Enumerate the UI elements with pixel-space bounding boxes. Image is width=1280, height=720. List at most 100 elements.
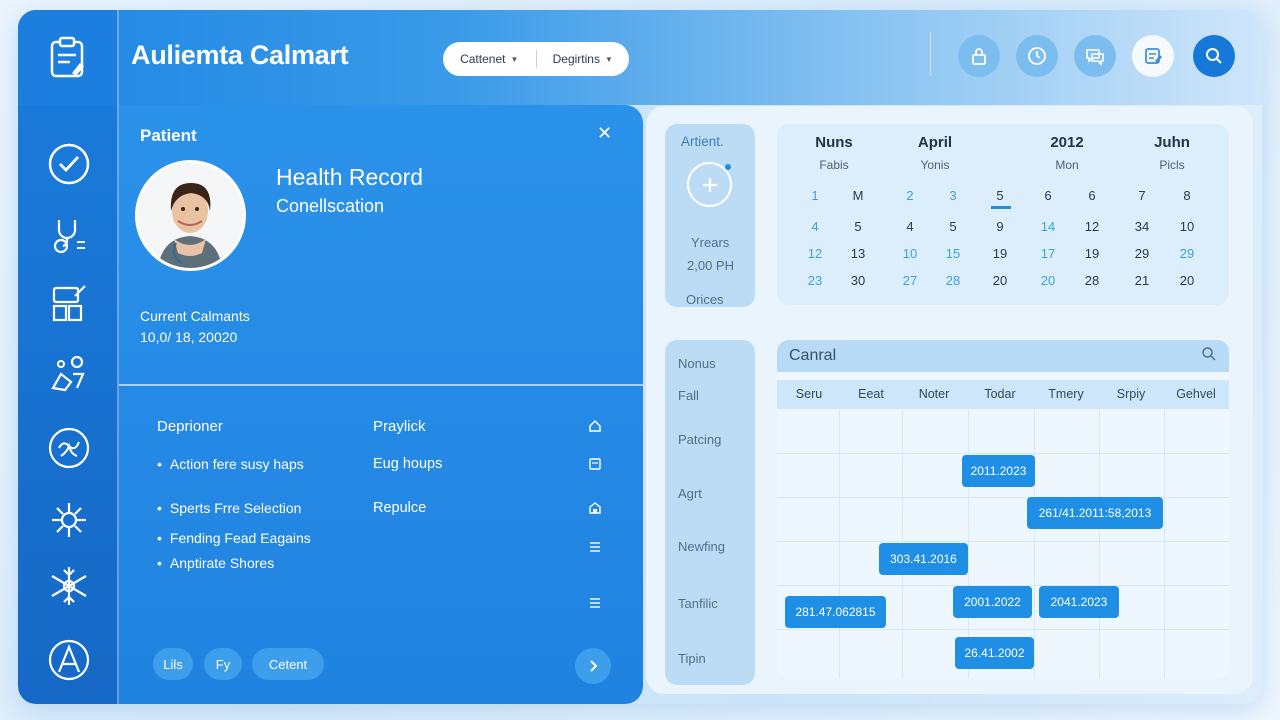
schedule-event[interactable]: 2011.2023 xyxy=(962,455,1035,487)
sidebar-item-neurology[interactable] xyxy=(46,425,92,471)
list-item[interactable]: Action fere susy haps xyxy=(157,456,304,472)
chat-button[interactable] xyxy=(1074,35,1116,77)
next-button[interactable] xyxy=(575,648,611,684)
calendar-day[interactable]: 20 xyxy=(1033,273,1063,288)
clock-button[interactable] xyxy=(1016,35,1058,77)
column-header: Praylick xyxy=(373,418,426,435)
list-item[interactable]: Newfing xyxy=(678,539,725,554)
chip-button[interactable]: Cetent xyxy=(252,648,324,680)
calendar-day[interactable]: 9 xyxy=(985,219,1015,234)
close-icon[interactable]: ✕ xyxy=(597,123,612,144)
list-item[interactable]: Repulce xyxy=(373,500,426,516)
list-item[interactable]: Patcing xyxy=(678,432,721,447)
chevron-down-icon: ▼ xyxy=(510,54,519,64)
calendar-day[interactable]: 5 xyxy=(843,219,873,234)
schedule-event[interactable]: 2001.2022 xyxy=(953,586,1032,618)
app-logo[interactable] xyxy=(18,10,119,105)
chip-button[interactable]: Fy xyxy=(204,648,242,680)
calendar-day[interactable]: 10 xyxy=(895,246,925,261)
sidebar-item-diagnostics[interactable] xyxy=(46,211,92,257)
search-icon[interactable] xyxy=(1201,346,1217,367)
brain-icon xyxy=(48,427,90,469)
lock-button[interactable] xyxy=(958,35,1000,77)
calendar-day[interactable]: 3 xyxy=(938,188,968,203)
calendar-day[interactable]: 29 xyxy=(1172,246,1202,261)
calendar-day[interactable]: 34 xyxy=(1127,219,1157,234)
list-item[interactable]: Sperts Frre Selection xyxy=(157,500,302,516)
menu-icon[interactable] xyxy=(587,539,603,555)
list-item[interactable]: Agrt xyxy=(678,486,702,501)
calendar-day[interactable]: 19 xyxy=(985,246,1015,261)
calendar-subheader: Fabis xyxy=(819,158,849,172)
calendar-day[interactable]: 7 xyxy=(1127,188,1157,203)
calendar-day[interactable]: 21 xyxy=(1127,273,1157,288)
column-header: Srpiy xyxy=(1116,387,1146,401)
chip-button[interactable]: Lils xyxy=(153,648,193,680)
home-icon[interactable] xyxy=(587,418,603,434)
calendar-header: Nuns xyxy=(815,134,853,151)
calendar-day[interactable]: 20 xyxy=(985,273,1015,288)
calendar-day[interactable]: 4 xyxy=(895,219,925,234)
calendar-day[interactable]: 5 xyxy=(938,219,968,234)
sidebar-item-reports[interactable] xyxy=(46,281,92,327)
calendar-day[interactable]: 6 xyxy=(1033,188,1063,203)
calendar-day[interactable]: 23 xyxy=(800,273,830,288)
schedule-event[interactable]: 281.47.062815 xyxy=(785,596,886,628)
calendar-day[interactable]: 10 xyxy=(1172,219,1202,234)
card-title: Artient. xyxy=(681,134,724,149)
list-item[interactable]: Nonus xyxy=(678,356,716,371)
calendar-day[interactable]: 28 xyxy=(938,273,968,288)
calendar-day[interactable]: 1 xyxy=(800,188,830,203)
schedule-event[interactable]: 26.41.2002 xyxy=(955,637,1034,669)
calendar-day[interactable]: 5 xyxy=(985,188,1015,203)
list-item[interactable]: Tipin xyxy=(678,651,706,666)
chat-icon xyxy=(1086,49,1104,66)
main-content: Artient. Yrears 2,00 PH Orices Nuns Fabi… xyxy=(646,106,1253,694)
calendar-day[interactable]: M xyxy=(843,188,873,203)
clock-icon xyxy=(1028,47,1046,65)
schedule-event[interactable]: 303.41.2016 xyxy=(879,543,968,575)
calendar-day[interactable]: 6 xyxy=(1077,188,1107,203)
sidebar-item-patients[interactable] xyxy=(46,351,92,397)
filter-dropdown-1[interactable]: Cattenet ▼ xyxy=(443,52,536,66)
calculator-icon[interactable] xyxy=(587,456,603,472)
column-header: Gehvel xyxy=(1176,387,1216,401)
sidebar-item-cryo[interactable] xyxy=(46,563,92,609)
list-item[interactable]: Anptirate Shores xyxy=(157,555,274,571)
sidebar-item-atlas[interactable] xyxy=(46,637,92,683)
calendar-day[interactable]: 14 xyxy=(1033,219,1063,234)
house-icon[interactable] xyxy=(587,500,603,516)
calendar-day[interactable]: 13 xyxy=(843,246,873,261)
calendar-header: April xyxy=(917,134,953,151)
sidebar-item-lab[interactable] xyxy=(46,497,92,543)
filter-label: Degirtins xyxy=(552,52,600,66)
filter-dropdown-2[interactable]: Degirtins ▼ xyxy=(537,52,630,66)
calendar-day[interactable]: 15 xyxy=(938,246,968,261)
divider xyxy=(930,32,931,76)
calendar-subheader: Mon xyxy=(1055,158,1079,172)
sidebar-item-tasks[interactable] xyxy=(46,141,92,187)
list-item[interactable]: Fall xyxy=(678,388,699,403)
calendar-day[interactable]: 8 xyxy=(1172,188,1202,203)
document-button[interactable] xyxy=(1132,35,1174,77)
grid-line xyxy=(839,409,840,678)
calendar-day[interactable]: 12 xyxy=(1077,219,1107,234)
search-button[interactable] xyxy=(1193,35,1235,77)
schedule-event[interactable]: 261/41.2011:58,2013 xyxy=(1027,497,1163,529)
calendar-day[interactable]: 30 xyxy=(843,273,873,288)
list-item[interactable]: Fending Fead Eagains xyxy=(157,530,311,546)
schedule-event[interactable]: 2041.2023 xyxy=(1039,586,1119,618)
calendar-day[interactable]: 28 xyxy=(1077,273,1107,288)
column-header: Noter xyxy=(918,387,950,401)
calendar-day[interactable]: 12 xyxy=(800,246,830,261)
menu-icon[interactable] xyxy=(587,595,603,611)
calendar-day[interactable]: 29 xyxy=(1127,246,1157,261)
list-item[interactable]: Tanfilic xyxy=(678,596,718,611)
calendar-day[interactable]: 2 xyxy=(895,188,925,203)
calendar-day[interactable]: 4 xyxy=(800,219,830,234)
calendar-day[interactable]: 27 xyxy=(895,273,925,288)
calendar-day[interactable]: 19 xyxy=(1077,246,1107,261)
calendar-day[interactable]: 17 xyxy=(1033,246,1063,261)
list-item[interactable]: Eug houps xyxy=(373,456,442,472)
calendar-day[interactable]: 20 xyxy=(1172,273,1202,288)
